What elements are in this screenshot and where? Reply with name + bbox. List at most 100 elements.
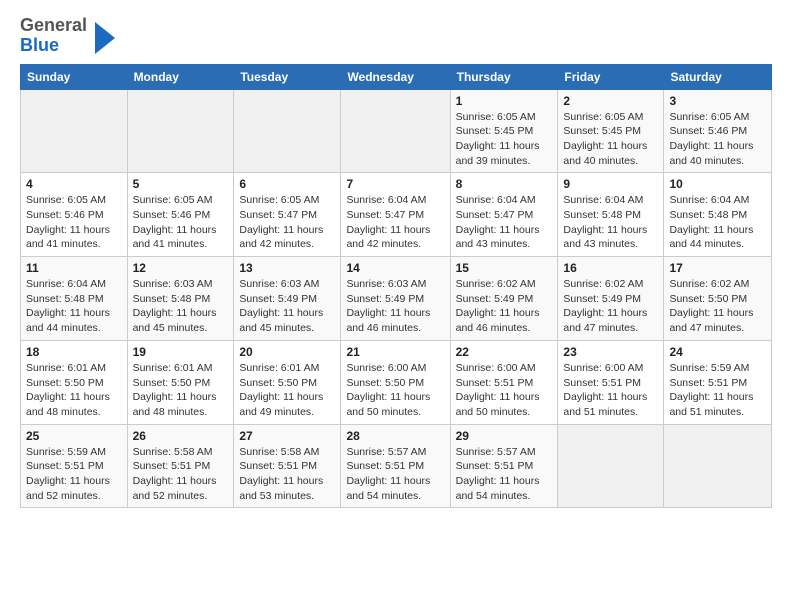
calendar-cell: 26 Sunrise: 5:58 AMSunset: 5:51 PMDayligh… bbox=[127, 424, 234, 508]
day-info: Sunrise: 6:01 AMSunset: 5:50 PMDaylight:… bbox=[133, 361, 229, 420]
day-number: 10 bbox=[669, 177, 766, 191]
day-info: Sunrise: 6:00 AMSunset: 5:51 PMDaylight:… bbox=[563, 361, 658, 420]
calendar-header-wednesday: Wednesday bbox=[341, 64, 450, 89]
day-number: 4 bbox=[26, 177, 122, 191]
day-number: 8 bbox=[456, 177, 553, 191]
calendar-cell: 24Sunrise: 5:59 AMSunset: 5:51 PMDayligh… bbox=[664, 340, 772, 424]
day-number: 2 bbox=[563, 94, 658, 108]
calendar-cell: 20 Sunrise: 6:01 AMSunset: 5:50 PMDayligh… bbox=[234, 340, 341, 424]
day-info: Sunrise: 6:04 AMSunset: 5:48 PMDaylight:… bbox=[563, 193, 658, 252]
day-info: Sunrise: 6:01 AMSunset: 5:50 PMDaylight:… bbox=[239, 361, 335, 420]
day-number: 6 bbox=[239, 177, 335, 191]
day-info: Sunrise: 6:01 AMSunset: 5:50 PMDaylight:… bbox=[26, 361, 122, 420]
calendar-cell: 23 Sunrise: 6:00 AMSunset: 5:51 PMDayligh… bbox=[558, 340, 664, 424]
day-number: 14 bbox=[346, 261, 444, 275]
calendar-header-friday: Friday bbox=[558, 64, 664, 89]
calendar-cell: 5 Sunrise: 6:05 AMSunset: 5:46 PMDaylight… bbox=[127, 173, 234, 257]
calendar-header-monday: Monday bbox=[127, 64, 234, 89]
day-info: Sunrise: 5:57 AMSunset: 5:51 PMDaylight:… bbox=[456, 445, 553, 504]
calendar-cell bbox=[341, 89, 450, 173]
day-number: 9 bbox=[563, 177, 658, 191]
day-number: 7 bbox=[346, 177, 444, 191]
day-info: Sunrise: 6:04 AMSunset: 5:48 PMDaylight:… bbox=[669, 193, 766, 252]
calendar-header-saturday: Saturday bbox=[664, 64, 772, 89]
calendar-cell: 13 Sunrise: 6:03 AMSunset: 5:49 PMDayligh… bbox=[234, 257, 341, 341]
day-info: Sunrise: 6:05 AMSunset: 5:46 PMDaylight:… bbox=[669, 110, 766, 169]
calendar-header-thursday: Thursday bbox=[450, 64, 558, 89]
day-info: Sunrise: 6:04 AMSunset: 5:47 PMDaylight:… bbox=[346, 193, 444, 252]
header: General Blue bbox=[20, 16, 772, 56]
day-number: 23 bbox=[563, 345, 658, 359]
calendar-cell: 12 Sunrise: 6:03 AMSunset: 5:48 PMDayligh… bbox=[127, 257, 234, 341]
calendar-cell: 18 Sunrise: 6:01 AMSunset: 5:50 PMDayligh… bbox=[21, 340, 128, 424]
day-info: Sunrise: 6:05 AMSunset: 5:46 PMDaylight:… bbox=[133, 193, 229, 252]
calendar-cell bbox=[234, 89, 341, 173]
calendar-cell: 29 Sunrise: 5:57 AMSunset: 5:51 PMDayligh… bbox=[450, 424, 558, 508]
day-number: 5 bbox=[133, 177, 229, 191]
calendar-cell bbox=[558, 424, 664, 508]
calendar-cell: 7 Sunrise: 6:04 AMSunset: 5:47 PMDaylight… bbox=[341, 173, 450, 257]
day-number: 12 bbox=[133, 261, 229, 275]
calendar-cell: 11Sunrise: 6:04 AMSunset: 5:48 PMDayligh… bbox=[21, 257, 128, 341]
day-info: Sunrise: 6:03 AMSunset: 5:48 PMDaylight:… bbox=[133, 277, 229, 336]
day-info: Sunrise: 5:58 AMSunset: 5:51 PMDaylight:… bbox=[133, 445, 229, 504]
calendar-cell: 2Sunrise: 6:05 AMSunset: 5:45 PMDaylight… bbox=[558, 89, 664, 173]
day-number: 25 bbox=[26, 429, 122, 443]
day-number: 13 bbox=[239, 261, 335, 275]
calendar-cell: 9 Sunrise: 6:04 AMSunset: 5:48 PMDaylight… bbox=[558, 173, 664, 257]
day-number: 27 bbox=[239, 429, 335, 443]
calendar-table: SundayMondayTuesdayWednesdayThursdayFrid… bbox=[20, 64, 772, 509]
logo-text-blue: Blue bbox=[20, 36, 87, 56]
calendar-cell: 19 Sunrise: 6:01 AMSunset: 5:50 PMDayligh… bbox=[127, 340, 234, 424]
calendar-cell bbox=[127, 89, 234, 173]
day-info: Sunrise: 6:05 AMSunset: 5:46 PMDaylight:… bbox=[26, 193, 122, 252]
calendar-header-sunday: Sunday bbox=[21, 64, 128, 89]
calendar-week-row: 4 Sunrise: 6:05 AMSunset: 5:46 PMDaylight… bbox=[21, 173, 772, 257]
day-info: Sunrise: 6:03 AMSunset: 5:49 PMDaylight:… bbox=[239, 277, 335, 336]
calendar-week-row: 1 Sunrise: 6:05 AMSunset: 5:45 PMDaylight… bbox=[21, 89, 772, 173]
calendar-cell bbox=[21, 89, 128, 173]
day-info: Sunrise: 6:03 AMSunset: 5:49 PMDaylight:… bbox=[346, 277, 444, 336]
day-info: Sunrise: 6:00 AMSunset: 5:50 PMDaylight:… bbox=[346, 361, 444, 420]
calendar-cell: 28 Sunrise: 5:57 AMSunset: 5:51 PMDayligh… bbox=[341, 424, 450, 508]
calendar-cell bbox=[664, 424, 772, 508]
calendar-header-tuesday: Tuesday bbox=[234, 64, 341, 89]
day-info: Sunrise: 6:02 AMSunset: 5:49 PMDaylight:… bbox=[456, 277, 553, 336]
day-number: 22 bbox=[456, 345, 553, 359]
calendar-cell: 10 Sunrise: 6:04 AMSunset: 5:48 PMDayligh… bbox=[664, 173, 772, 257]
day-number: 28 bbox=[346, 429, 444, 443]
day-info: Sunrise: 5:59 AMSunset: 5:51 PMDaylight:… bbox=[669, 361, 766, 420]
calendar-cell: 1 Sunrise: 6:05 AMSunset: 5:45 PMDaylight… bbox=[450, 89, 558, 173]
calendar-cell: 22 Sunrise: 6:00 AMSunset: 5:51 PMDayligh… bbox=[450, 340, 558, 424]
calendar-cell: 21 Sunrise: 6:00 AMSunset: 5:50 PMDayligh… bbox=[341, 340, 450, 424]
day-info: Sunrise: 6:02 AMSunset: 5:50 PMDaylight:… bbox=[669, 277, 766, 336]
day-number: 26 bbox=[133, 429, 229, 443]
calendar-cell: 27 Sunrise: 5:58 AMSunset: 5:51 PMDayligh… bbox=[234, 424, 341, 508]
day-number: 11 bbox=[26, 261, 122, 275]
day-number: 17 bbox=[669, 261, 766, 275]
calendar-week-row: 18 Sunrise: 6:01 AMSunset: 5:50 PMDayligh… bbox=[21, 340, 772, 424]
day-info: Sunrise: 5:58 AMSunset: 5:51 PMDaylight:… bbox=[239, 445, 335, 504]
day-info: Sunrise: 6:04 AMSunset: 5:47 PMDaylight:… bbox=[456, 193, 553, 252]
calendar-cell: 15Sunrise: 6:02 AMSunset: 5:49 PMDayligh… bbox=[450, 257, 558, 341]
day-info: Sunrise: 6:05 AMSunset: 5:45 PMDaylight:… bbox=[456, 110, 553, 169]
logo: General Blue bbox=[20, 16, 115, 56]
day-info: Sunrise: 6:02 AMSunset: 5:49 PMDaylight:… bbox=[563, 277, 658, 336]
day-number: 3 bbox=[669, 94, 766, 108]
day-info: Sunrise: 5:59 AMSunset: 5:51 PMDaylight:… bbox=[26, 445, 122, 504]
day-number: 29 bbox=[456, 429, 553, 443]
day-info: Sunrise: 5:57 AMSunset: 5:51 PMDaylight:… bbox=[346, 445, 444, 504]
day-info: Sunrise: 6:00 AMSunset: 5:51 PMDaylight:… bbox=[456, 361, 553, 420]
day-number: 21 bbox=[346, 345, 444, 359]
day-number: 16 bbox=[563, 261, 658, 275]
day-number: 1 bbox=[456, 94, 553, 108]
day-number: 20 bbox=[239, 345, 335, 359]
logo-arrow-icon bbox=[95, 22, 115, 54]
calendar-cell: 14 Sunrise: 6:03 AMSunset: 5:49 PMDayligh… bbox=[341, 257, 450, 341]
calendar-week-row: 11Sunrise: 6:04 AMSunset: 5:48 PMDayligh… bbox=[21, 257, 772, 341]
calendar-cell: 6 Sunrise: 6:05 AMSunset: 5:47 PMDaylight… bbox=[234, 173, 341, 257]
day-number: 19 bbox=[133, 345, 229, 359]
day-number: 18 bbox=[26, 345, 122, 359]
calendar-header-row: SundayMondayTuesdayWednesdayThursdayFrid… bbox=[21, 64, 772, 89]
day-info: Sunrise: 6:05 AMSunset: 5:47 PMDaylight:… bbox=[239, 193, 335, 252]
